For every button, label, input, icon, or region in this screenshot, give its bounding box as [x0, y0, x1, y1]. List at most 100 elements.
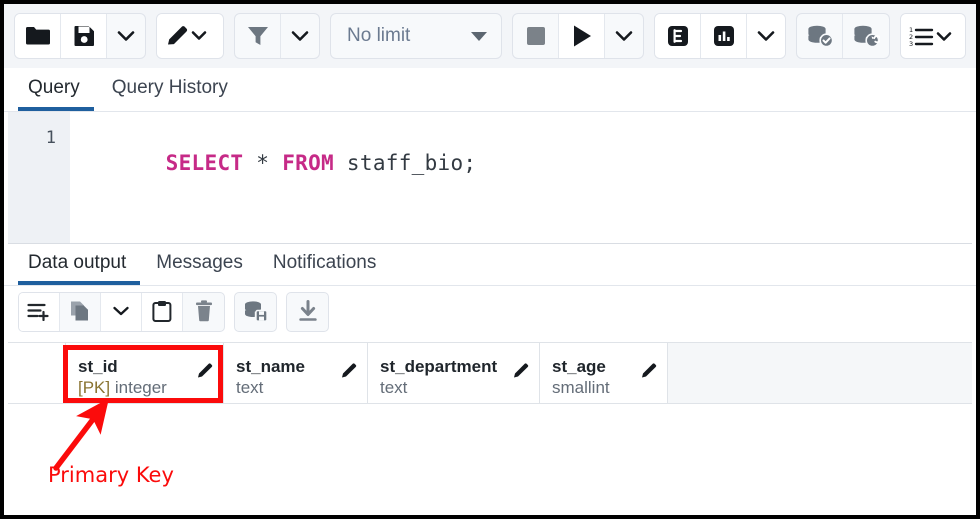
line-number-gutter: 1 — [8, 112, 70, 243]
copy-dropdown-button[interactable] — [101, 293, 142, 331]
download-button[interactable] — [287, 293, 328, 331]
result-toolbar-group-2 — [234, 292, 277, 332]
sql-token-space-2 — [269, 151, 282, 175]
edit-column-pencil-icon[interactable] — [640, 362, 658, 385]
trash-icon — [195, 300, 213, 325]
chevron-down-icon — [614, 29, 634, 43]
sql-token-space-1 — [243, 151, 256, 175]
explain-e-icon — [666, 24, 690, 48]
grid-header-filler — [668, 342, 972, 404]
edit-column-pencil-icon[interactable] — [340, 362, 358, 385]
column-name: st_id — [78, 356, 215, 377]
chevron-down-icon — [290, 29, 310, 43]
filter-dropdown-button[interactable] — [281, 14, 319, 58]
download-icon — [298, 300, 318, 325]
query-tool-toolbar: No limit — [4, 4, 976, 68]
database-check-icon — [806, 24, 834, 48]
sql-token-keyword-from: FROM — [282, 151, 334, 175]
grid-column-header-st-department[interactable]: st_department text — [368, 342, 540, 404]
save-icon — [72, 24, 96, 48]
chevron-down-icon — [756, 29, 776, 43]
rollback-button[interactable] — [843, 14, 889, 58]
edit-column-pencil-icon[interactable] — [196, 362, 214, 385]
copy-icon — [69, 300, 91, 325]
tab-query[interactable]: Query — [18, 73, 94, 111]
copy-button[interactable] — [60, 293, 101, 331]
numbered-list-chevron-icon: 1 2 3 — [909, 24, 957, 48]
explain-chart-icon — [712, 24, 736, 48]
explain-dropdown-button[interactable] — [747, 14, 785, 58]
edit-group — [156, 13, 224, 59]
svg-text:3: 3 — [909, 40, 913, 48]
save-data-button[interactable] — [235, 293, 276, 331]
pencil-chevron-icon — [165, 24, 215, 48]
result-toolbar-group-3 — [286, 292, 329, 332]
pgadmin-query-tool-window: No limit — [0, 0, 980, 519]
column-type: text — [380, 377, 531, 398]
column-type: [PK] integer — [78, 377, 215, 398]
query-tab-bar: Query Query History — [4, 68, 976, 112]
edit-column-pencil-icon[interactable] — [512, 362, 530, 385]
chevron-down-icon — [471, 32, 487, 41]
play-triangle-icon — [571, 24, 593, 48]
chevron-down-icon — [112, 305, 130, 320]
explain-button[interactable] — [655, 14, 701, 58]
transaction-group — [796, 13, 890, 59]
row-limit-select[interactable]: No limit — [330, 13, 502, 59]
output-tab-bar: Data output Messages Notifications — [4, 244, 976, 286]
edit-button[interactable] — [157, 14, 223, 58]
tab-notifications-label: Notifications — [273, 252, 377, 273]
tab-notifications[interactable]: Notifications — [263, 248, 391, 285]
line-number: 1 — [46, 128, 56, 148]
grid-header-row: st_id [PK] integer st_name text st_depar… — [8, 342, 972, 404]
primary-key-annotation-label: Primary Key — [48, 463, 174, 487]
pk-badge: [PK] — [78, 378, 110, 397]
add-row-button[interactable] — [19, 293, 60, 331]
tab-query-history-label: Query History — [112, 77, 228, 98]
funnel-icon — [246, 24, 270, 48]
sql-token-star: * — [256, 151, 269, 175]
result-grid-toolbar — [4, 286, 976, 338]
tab-data-output-label: Data output — [28, 252, 126, 273]
folder-icon — [25, 25, 51, 47]
stop-button[interactable] — [513, 14, 559, 58]
column-name: st_department — [380, 356, 531, 377]
grid-column-header-st-age[interactable]: st_age smallint — [540, 342, 668, 404]
database-undo-icon — [852, 24, 880, 48]
clipboard-icon — [152, 300, 172, 325]
tab-messages-label: Messages — [156, 252, 243, 273]
file-group — [14, 13, 146, 59]
tab-query-history[interactable]: Query History — [102, 73, 242, 111]
explain-group — [654, 13, 786, 59]
paste-button[interactable] — [142, 293, 183, 331]
execute-button[interactable] — [559, 14, 605, 58]
result-toolbar-group-1 — [18, 292, 225, 332]
open-file-button[interactable] — [15, 14, 61, 58]
sql-code-area[interactable]: SELECT * FROM staff_bio; — [70, 112, 972, 243]
delete-row-button[interactable] — [183, 293, 224, 331]
macros-group: 1 2 3 — [900, 13, 966, 59]
sql-token-keyword-select: SELECT — [166, 151, 244, 175]
explain-analyze-button[interactable] — [701, 14, 747, 58]
stop-square-icon — [525, 25, 547, 47]
add-row-icon — [27, 301, 51, 324]
execute-dropdown-button[interactable] — [605, 14, 643, 58]
macros-button[interactable]: 1 2 3 — [901, 14, 965, 58]
column-type-text: integer — [115, 378, 167, 397]
sql-token-table: staff_bio; — [334, 151, 476, 175]
tab-data-output[interactable]: Data output — [18, 248, 140, 285]
save-dropdown-button[interactable] — [107, 14, 145, 58]
grid-column-header-st-id[interactable]: st_id [PK] integer — [66, 342, 224, 404]
database-save-icon — [243, 300, 269, 325]
execute-group — [512, 13, 644, 59]
save-file-button[interactable] — [61, 14, 107, 58]
row-limit-value: No limit — [347, 25, 410, 47]
chevron-down-icon — [116, 29, 136, 43]
tab-query-label: Query — [28, 77, 80, 98]
grid-corner-cell — [8, 342, 66, 404]
sql-editor[interactable]: 1 SELECT * FROM staff_bio; — [8, 112, 972, 244]
filter-button[interactable] — [235, 14, 281, 58]
commit-button[interactable] — [797, 14, 843, 58]
tab-messages[interactable]: Messages — [146, 248, 257, 285]
grid-column-header-st-name[interactable]: st_name text — [224, 342, 368, 404]
